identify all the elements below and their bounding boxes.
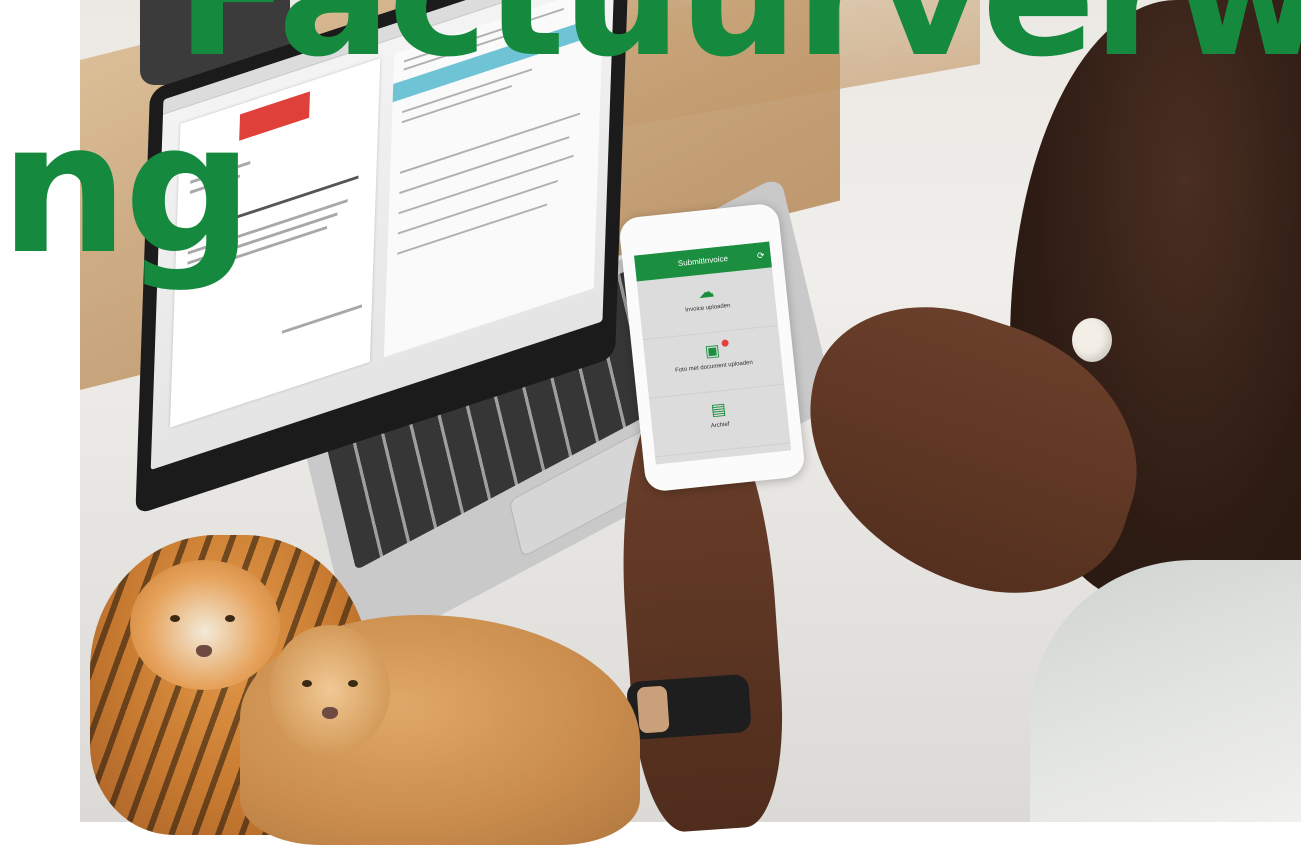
notification-badge — [721, 339, 729, 347]
tiger-eye — [170, 615, 180, 622]
cloud-upload-icon: ☁ — [697, 283, 716, 303]
sync-icon[interactable]: ⟳ — [756, 242, 766, 269]
smartphone: SubmitInvoice ⟳ ☁ Invoice uploaden ▣ Fot… — [618, 202, 806, 493]
smartwatch — [626, 673, 752, 741]
archive-box-icon: ▤ — [710, 400, 727, 420]
app-title: SubmitInvoice — [677, 253, 729, 269]
menu-item-archive[interactable]: ▤ Archief — [649, 384, 791, 458]
tiger-cub-face — [130, 560, 280, 690]
tiger-eye — [225, 615, 235, 622]
panel-line — [397, 203, 548, 255]
scene: SubmitInvoice ⟳ ☁ Invoice uploaden ▣ Fot… — [0, 0, 1301, 850]
lion-eye — [348, 680, 358, 687]
invoice-logo — [239, 91, 311, 141]
tiger-nose — [196, 645, 212, 657]
lion-eye — [302, 680, 312, 687]
doc-line — [187, 212, 338, 265]
invoice-document-preview — [169, 58, 381, 428]
doc-line — [187, 225, 328, 275]
lion-nose — [322, 707, 338, 719]
phone-screen: SubmitInvoice ⟳ ☁ Invoice uploaden ▣ Fot… — [633, 241, 792, 465]
lion-cub-face — [270, 625, 390, 755]
invoice-fields-panel — [383, 0, 605, 358]
pearl-earring — [1072, 318, 1112, 362]
doc-line — [281, 304, 362, 334]
watch-face — [636, 685, 670, 734]
photo-upload-icon: ▣ — [704, 342, 721, 361]
